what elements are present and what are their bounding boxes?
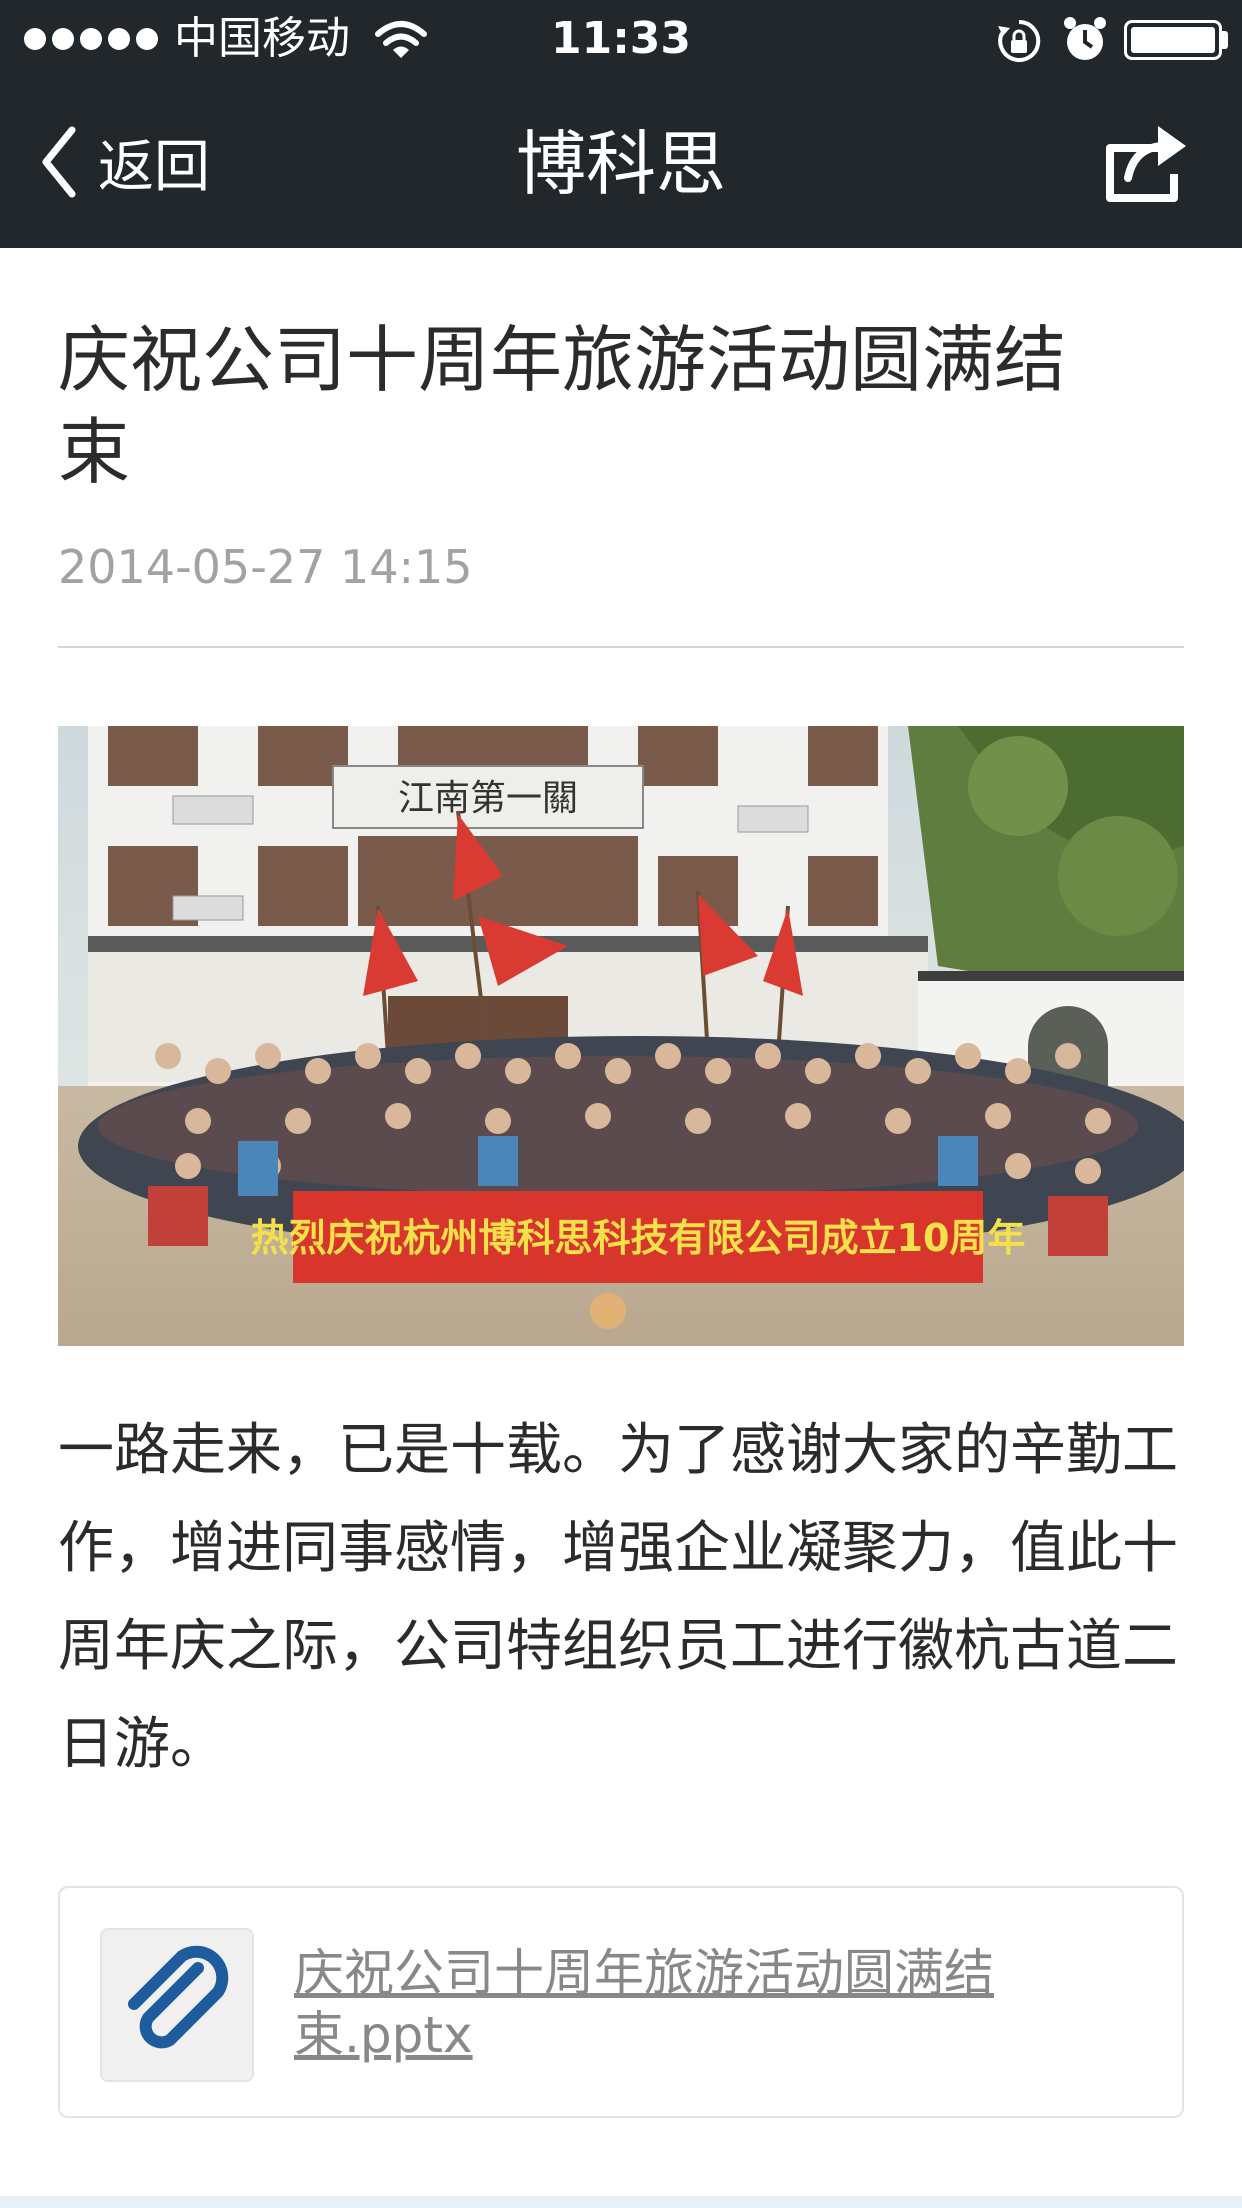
attachment-card[interactable]: 庆祝公司十周年旅游活动圆满结束.pptx (58, 1886, 1184, 2118)
rotation-lock-icon (998, 19, 1041, 62)
battery-icon (1124, 20, 1222, 60)
alarm-icon (1064, 17, 1106, 60)
battery-tip (1222, 31, 1228, 49)
group-photo[interactable]: 江南第一關 热烈庆祝杭州博科思科技有限公司成立10周年 (58, 726, 1184, 1346)
page-title: 博科思 (516, 123, 726, 205)
article: 庆祝公司十周年旅游活动圆满结束 2014-05-27 14:15 江南第一關 热… (58, 248, 1184, 1794)
divider (58, 646, 1184, 648)
paperclip-icon (128, 1945, 229, 2049)
attachment-link[interactable]: 庆祝公司十周年旅游活动圆满结束.pptx (294, 1942, 1144, 2066)
banner-text: 热烈庆祝杭州博科思科技有限公司成立10周年 (251, 1216, 1026, 1260)
article-title: 庆祝公司十周年旅游活动圆满结束 (58, 318, 1067, 494)
attachment-icon-box (100, 1928, 254, 2082)
building-sign: 江南第一關 (398, 778, 578, 819)
share-icon[interactable] (1100, 118, 1192, 204)
bottom-edge (0, 2196, 1242, 2208)
status-bar: 中国移动 11:33 (0, 0, 1242, 80)
navigation-bar: 返回 博科思 (0, 80, 1242, 248)
article-date: 2014-05-27 14:15 (58, 540, 473, 594)
article-body: 一路走来，已是十载。为了感谢大家的辛勤工作，增进同事感情，增强企业凝聚力，值此十… (58, 1418, 1178, 1777)
clock: 11:33 (550, 13, 692, 64)
